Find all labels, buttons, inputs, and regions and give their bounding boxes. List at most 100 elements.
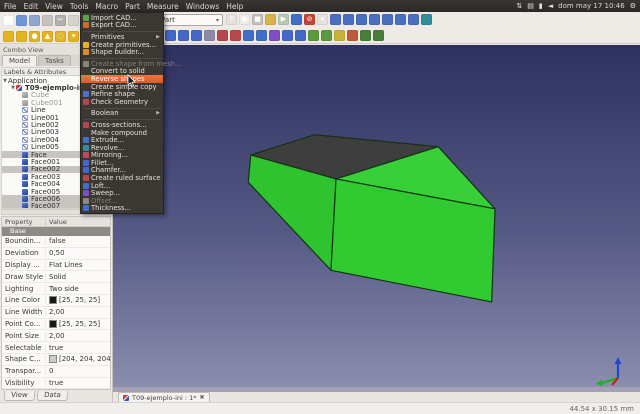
toolbar-cross-sections-icon[interactable]: [230, 30, 241, 41]
toolbar-play-macro-icon[interactable]: ▶: [278, 14, 289, 25]
toolbar-stop-macro-icon[interactable]: ■: [252, 14, 263, 25]
toolbar-draw-style-icon[interactable]: ⊘: [304, 14, 315, 25]
toolbar-box-primitive-icon[interactable]: [3, 31, 14, 42]
property-row-shape-c[interactable]: Shape C... [204, 204, 204]: [2, 354, 110, 366]
toolbar-right-view-icon[interactable]: [369, 14, 380, 25]
tab-model[interactable]: Model: [2, 55, 37, 66]
toolbar-measure-toggle-3d-icon[interactable]: [373, 30, 384, 41]
color-swatch: [49, 296, 57, 304]
indicator-network-icon[interactable]: ⇅: [516, 3, 522, 10]
menubar-item-help[interactable]: Help: [226, 2, 243, 11]
color-swatch: [49, 320, 57, 328]
toolbar-measure-toggle-all-icon[interactable]: [360, 30, 371, 41]
toolbar-edit-macro-icon[interactable]: [265, 14, 276, 25]
property-row-deviation[interactable]: Deviation 0,50: [2, 248, 110, 260]
toolbar-top-view-icon[interactable]: [356, 14, 367, 25]
property-row-draw-style[interactable]: Draw Style Solid: [2, 271, 110, 283]
menubar-item-view[interactable]: View: [45, 2, 63, 11]
menu-item-icon: [83, 130, 89, 136]
toolbar-measure-clear-icon[interactable]: [347, 30, 358, 41]
menu-item-icon: [83, 167, 89, 173]
toolbar-cylinder-primitive-icon[interactable]: [16, 31, 27, 42]
toolbar-save-document-icon[interactable]: [29, 15, 40, 26]
toolbar-boolean-cut-icon[interactable]: [178, 30, 189, 41]
toolbar-boolean-section-icon[interactable]: [217, 30, 228, 41]
tab-data[interactable]: Data: [36, 391, 68, 401]
toolbar-record-macro-icon[interactable]: ●: [239, 14, 250, 25]
3d-viewport[interactable]: [113, 45, 640, 386]
menu-item-icon: [83, 61, 89, 67]
property-row-boundin[interactable]: Boundin... false: [2, 236, 110, 248]
toolbar-bottom-view-icon[interactable]: [395, 14, 406, 25]
shape-icon: [22, 137, 28, 143]
menu-item-icon: [83, 99, 89, 105]
toolbar-rear-view-icon[interactable]: [382, 14, 393, 25]
property-row-display[interactable]: Display ... Flat Lines: [2, 260, 110, 272]
part-menu-item-export-cad[interactable]: Export CAD...: [81, 22, 163, 30]
shape-icon: [22, 174, 28, 180]
part-menu-item-check-geometry[interactable]: Check Geometry: [81, 98, 163, 106]
indicator-keyboard-layout-icon[interactable]: ▤: [527, 3, 534, 10]
toolbar-extrude-icon[interactable]: [243, 30, 254, 41]
property-row-transpar[interactable]: Transpar... 0: [2, 366, 110, 378]
toolbar-mirror-icon[interactable]: [269, 30, 280, 41]
property-row-point-co[interactable]: Point Co... [25, 25, 25]: [2, 319, 110, 331]
toolbar-cut-icon[interactable]: ✂: [55, 15, 66, 26]
shape-icon: [22, 144, 28, 150]
toolbar-axonometric-view-icon[interactable]: [330, 14, 341, 25]
session-gear-icon[interactable]: ⚙: [630, 3, 636, 10]
property-row-selectable[interactable]: Selectable true: [2, 342, 110, 354]
menubar-item-part[interactable]: Part: [125, 2, 140, 11]
toolbar-boolean-icon[interactable]: [165, 30, 176, 41]
toolbar-measure-linear-icon[interactable]: [421, 14, 432, 25]
menubar-item-macro[interactable]: Macro: [95, 2, 118, 11]
property-row-lighting[interactable]: Lighting Two side: [2, 283, 110, 295]
toolbar-fillet-icon[interactable]: [282, 30, 293, 41]
panel-clock[interactable]: dom may 17 10:46: [558, 2, 625, 10]
part-menu-dropdown: Import CAD... Export CAD... Primitives ▶: [80, 12, 164, 214]
toolbar-chamfer-icon[interactable]: [295, 30, 306, 41]
part-menu-item-thickness[interactable]: Thickness...: [81, 205, 163, 213]
toolbar-fit-all-icon[interactable]: [291, 14, 302, 25]
tab-tasks[interactable]: Tasks: [38, 55, 71, 66]
property-row-point-size[interactable]: Point Size 2,00: [2, 330, 110, 342]
submenu-arrow-icon: ▶: [156, 34, 160, 40]
toolbar-sphere-primitive-icon[interactable]: ●: [29, 31, 40, 42]
property-row-line-width[interactable]: Line Width 2,00: [2, 307, 110, 319]
indicator-battery-icon[interactable]: ▮: [539, 3, 543, 10]
menubar-item-windows[interactable]: Windows: [186, 2, 219, 11]
property-row-visibility[interactable]: Visibility true: [2, 378, 110, 390]
menubar-item-measure[interactable]: Measure: [147, 2, 179, 11]
indicator-volume-icon[interactable]: ◄: [548, 3, 553, 10]
toolbar-print-icon[interactable]: [42, 15, 53, 26]
toolbar-measure-linear-toolbar-icon[interactable]: [308, 30, 319, 41]
toolbar-whats-this-icon[interactable]: ?: [226, 14, 237, 25]
workbench-selector[interactable]: Part ▾: [157, 14, 223, 26]
toolbar-boolean-intersection-icon[interactable]: [204, 30, 215, 41]
menubar-item-tools[interactable]: Tools: [70, 2, 88, 11]
toolbar-copy-icon[interactable]: [68, 15, 79, 26]
toolbar-cone-primitive-icon[interactable]: ▲: [42, 31, 53, 42]
part-menu-item-boolean[interactable]: Boolean ▶: [81, 110, 163, 118]
toolbar-row2-right: [165, 30, 384, 41]
part-menu-item-shape-builder[interactable]: Shape builder...: [81, 48, 163, 56]
toolbar-measure-refresh-icon[interactable]: [334, 30, 345, 41]
toolbar-new-document-icon[interactable]: [3, 15, 14, 26]
property-editor: Property Value Base Boundin... false: [1, 216, 111, 390]
menubar-item-file[interactable]: File: [4, 2, 17, 11]
toolbar-measure-angular-icon[interactable]: [321, 30, 332, 41]
toolbar-boolean-union-icon[interactable]: [191, 30, 202, 41]
property-row-line-color[interactable]: Line Color [25, 25, 25]: [2, 295, 110, 307]
close-icon[interactable]: ✖: [200, 394, 205, 401]
menubar-item-edit[interactable]: Edit: [24, 2, 39, 11]
toolbar-left-view-icon[interactable]: [408, 14, 419, 25]
tab-view[interactable]: View: [3, 391, 35, 401]
menu-item-icon: [83, 205, 89, 211]
toolbar-draw-style-arrow-icon[interactable]: ▾: [317, 14, 328, 25]
document-tab[interactable]: T09-ejemplo-ini : 1* ✖: [118, 392, 210, 402]
toolbar-create-primitives-icon[interactable]: ✦: [68, 31, 79, 42]
toolbar-front-view-icon[interactable]: [343, 14, 354, 25]
toolbar-open-document-icon[interactable]: [16, 15, 27, 26]
toolbar-torus-primitive-icon[interactable]: ◌: [55, 31, 66, 42]
toolbar-revolve-icon[interactable]: [256, 30, 267, 41]
